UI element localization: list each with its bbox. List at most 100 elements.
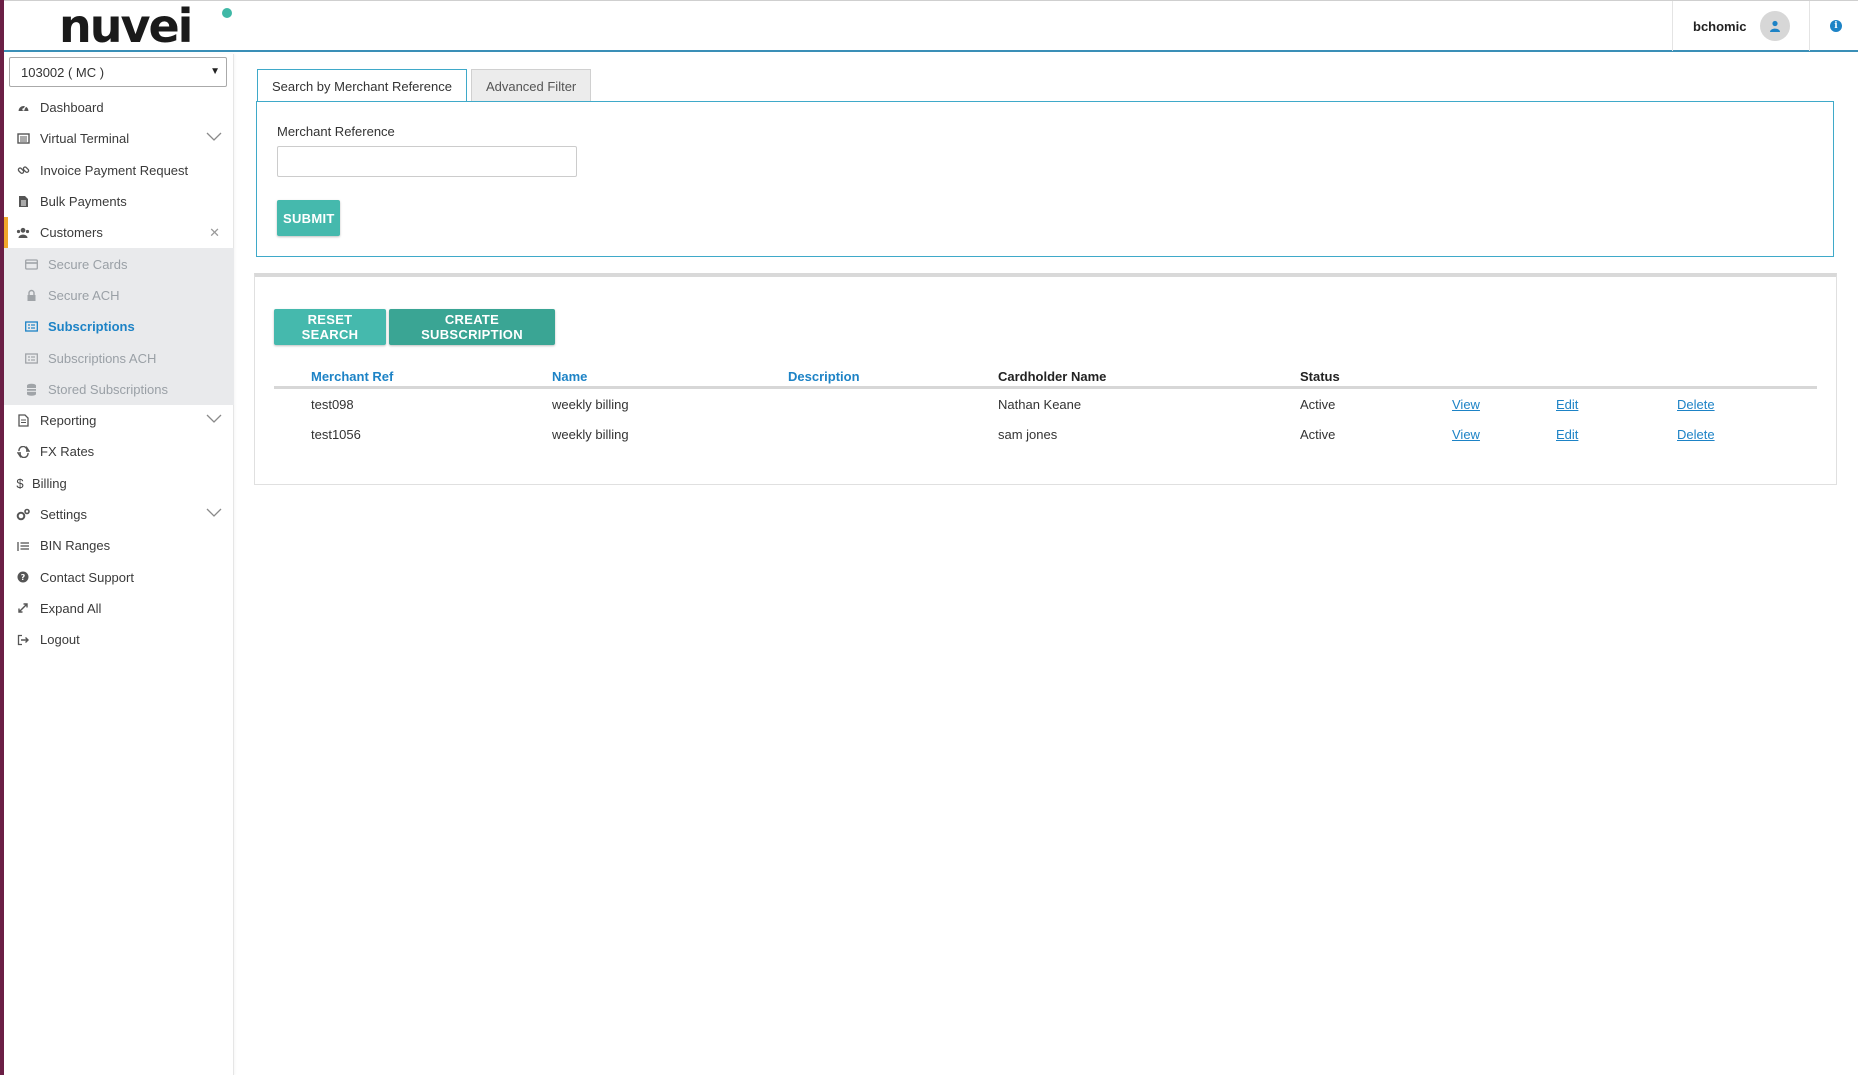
column-header-name[interactable]: Name bbox=[552, 369, 587, 384]
info-icon[interactable]: i bbox=[1830, 20, 1842, 32]
list-icon bbox=[16, 539, 30, 553]
question-icon: ? bbox=[16, 570, 30, 584]
sidebar-item-label: Virtual Terminal bbox=[40, 131, 130, 147]
sidebar-item-virtual-terminal[interactable]: Virtual Terminal bbox=[4, 123, 234, 154]
edit-link[interactable]: Edit bbox=[1556, 397, 1578, 412]
sidebar: 103002 ( MC ) ▼ Dashboard Virtual Termin… bbox=[4, 54, 234, 1075]
sidebar-item-label: Bulk Payments bbox=[40, 194, 127, 210]
cogs-icon bbox=[16, 508, 30, 522]
sidebar-item-label: Billing bbox=[32, 475, 67, 491]
subscriptions-icon bbox=[24, 320, 38, 334]
link-icon bbox=[16, 163, 30, 177]
submit-button[interactable]: SUBMIT bbox=[277, 200, 340, 236]
view-link[interactable]: View bbox=[1452, 427, 1480, 442]
customers-submenu: Secure Cards Secure ACH Subscriptions Su… bbox=[4, 248, 234, 405]
nuvei-logo[interactable]: nuvei bbox=[59, 3, 232, 49]
create-subscription-button[interactable]: CREATE SUBSCRIPTION bbox=[389, 309, 555, 345]
column-header-description[interactable]: Description bbox=[788, 369, 860, 384]
logo-text: nuvei bbox=[59, 0, 193, 53]
close-icon[interactable]: ✕ bbox=[209, 225, 220, 241]
cell-status: Active bbox=[1300, 397, 1336, 412]
sidebar-item-label: Invoice Payment Request bbox=[40, 162, 189, 178]
chevron-down-icon[interactable] bbox=[206, 508, 222, 518]
subscriptions-ach-icon bbox=[24, 351, 38, 365]
submenu-item-subscriptions[interactable]: Subscriptions bbox=[4, 311, 234, 342]
sidebar-item-expand-all[interactable]: Expand All bbox=[4, 593, 234, 624]
sidebar-menu: Dashboard Virtual Terminal Invoice Payme… bbox=[4, 92, 234, 655]
sidebar-item-logout[interactable]: Logout bbox=[4, 624, 234, 655]
cell-merchant-ref: test1056 bbox=[311, 427, 361, 442]
sidebar-item-billing[interactable]: $ Billing bbox=[4, 468, 234, 499]
table-row: test098 weekly billing Nathan Keane Acti… bbox=[274, 389, 1817, 419]
card-icon bbox=[24, 257, 38, 271]
sidebar-item-contact-support[interactable]: ? Contact Support bbox=[4, 561, 234, 592]
terminal-icon bbox=[16, 132, 30, 146]
merchant-select[interactable]: 103002 ( MC ) ▼ bbox=[9, 57, 227, 87]
report-icon bbox=[16, 414, 30, 428]
logo-dot bbox=[222, 8, 232, 18]
dollar-icon: $ bbox=[16, 475, 24, 491]
submenu-item-subscriptions-ach[interactable]: Subscriptions ACH bbox=[4, 342, 234, 373]
column-header-cardholder-name: Cardholder Name bbox=[998, 369, 1107, 384]
submenu-item-secure-cards[interactable]: Secure Cards bbox=[4, 248, 234, 279]
delete-link[interactable]: Delete bbox=[1677, 427, 1715, 442]
search-tabs: Search by Merchant Reference Advanced Fi… bbox=[257, 69, 595, 102]
svg-text:?: ? bbox=[21, 573, 26, 582]
sidebar-item-label: FX Rates bbox=[40, 444, 95, 460]
chevron-down-icon[interactable] bbox=[206, 132, 222, 142]
sidebar-item-label: Contact Support bbox=[40, 569, 134, 585]
sidebar-item-label: Reporting bbox=[40, 413, 97, 429]
table-row: test1056 weekly billing sam jones Active… bbox=[274, 419, 1817, 449]
expand-icon bbox=[16, 601, 30, 615]
view-link[interactable]: View bbox=[1452, 397, 1480, 412]
tab-search-by-merchant-reference[interactable]: Search by Merchant Reference bbox=[257, 69, 467, 102]
cell-name: weekly billing bbox=[552, 397, 629, 412]
user-icon bbox=[1770, 20, 1781, 32]
tab-advanced-filter[interactable]: Advanced Filter bbox=[470, 69, 592, 102]
sidebar-item-label: Expand All bbox=[40, 600, 102, 616]
sidebar-item-reporting[interactable]: Reporting bbox=[4, 405, 234, 436]
sidebar-item-label: BIN Ranges bbox=[40, 538, 111, 554]
sidebar-item-dashboard[interactable]: Dashboard bbox=[4, 92, 234, 123]
table-header: Merchant Ref Name Description Cardholder… bbox=[274, 363, 1817, 389]
submenu-item-label: Subscriptions ACH bbox=[48, 350, 157, 366]
dashboard-icon bbox=[16, 101, 30, 115]
sidebar-item-bulk-payments[interactable]: Bulk Payments bbox=[4, 186, 234, 217]
merchant-select-value: 103002 ( MC ) bbox=[21, 65, 105, 80]
sidebar-item-fx-rates[interactable]: FX Rates bbox=[4, 436, 234, 467]
chevron-down-icon[interactable] bbox=[206, 414, 222, 424]
sidebar-item-label: Customers bbox=[40, 225, 103, 241]
cell-merchant-ref: test098 bbox=[311, 397, 354, 412]
cell-name: weekly billing bbox=[552, 427, 629, 442]
subscriptions-table: Merchant Ref Name Description Cardholder… bbox=[274, 363, 1817, 449]
caret-down-icon: ▼ bbox=[210, 66, 220, 77]
submenu-item-label: Secure ACH bbox=[48, 287, 120, 303]
sidebar-item-label: Logout bbox=[40, 632, 80, 648]
submenu-item-label: Stored Subscriptions bbox=[48, 381, 168, 397]
reset-search-button[interactable]: RESET SEARCH bbox=[274, 309, 386, 345]
cell-cardholder-name: sam jones bbox=[998, 427, 1058, 442]
sidebar-item-customers[interactable]: Customers ✕ bbox=[4, 217, 234, 249]
column-header-merchant-ref[interactable]: Merchant Ref bbox=[311, 369, 393, 384]
results-panel: RESET SEARCH CREATE SUBSCRIPTION Merchan… bbox=[254, 273, 1837, 485]
top-bar: nuvei bchomic i bbox=[4, 0, 1858, 52]
user-menu[interactable]: bchomic bbox=[1672, 1, 1810, 51]
sidebar-item-bin-ranges[interactable]: BIN Ranges bbox=[4, 530, 234, 561]
logout-icon bbox=[16, 633, 30, 647]
merchant-reference-input[interactable] bbox=[277, 146, 577, 177]
username: bchomic bbox=[1693, 18, 1747, 34]
exchange-icon bbox=[16, 445, 30, 459]
database-icon bbox=[24, 382, 38, 396]
users-icon bbox=[16, 226, 30, 240]
sidebar-item-settings[interactable]: Settings bbox=[4, 499, 234, 530]
lock-icon bbox=[24, 288, 38, 302]
delete-link[interactable]: Delete bbox=[1677, 397, 1715, 412]
submenu-item-label: Subscriptions bbox=[48, 319, 135, 335]
submenu-item-stored-subscriptions[interactable]: Stored Subscriptions bbox=[4, 374, 234, 405]
file-icon bbox=[16, 195, 30, 209]
avatar[interactable] bbox=[1760, 11, 1791, 41]
edit-link[interactable]: Edit bbox=[1556, 427, 1578, 442]
submenu-item-secure-ach[interactable]: Secure ACH bbox=[4, 280, 234, 311]
sidebar-item-invoice-payment-request[interactable]: Invoice Payment Request bbox=[4, 155, 234, 186]
cell-status: Active bbox=[1300, 427, 1336, 442]
